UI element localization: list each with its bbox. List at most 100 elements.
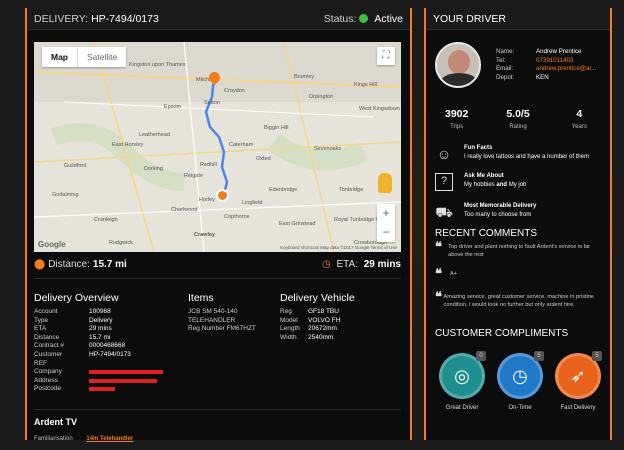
divider [34,409,401,410]
driver-info-row: Name: Andrew Prentice [496,48,596,57]
row-key: Address [34,376,58,384]
ardent-tv-link[interactable]: 14m Telehandler [86,436,133,442]
town-label: Lingfield [242,200,263,206]
eta-box: ◷ ETA: 29 mins [322,259,401,270]
town-label: East Horsley [112,142,144,148]
ardent-tv-row: Familiarisation 14m Telehandler [34,436,133,442]
ask-me-about: ? Ask Me About My hobbies and My job [435,173,610,191]
fact-text: I really love tattoos and have a number … [464,154,590,160]
avatar-shoulders [440,73,478,86]
town-label: Epsom [164,104,182,110]
driver-panel: YOUR DRIVER Name: Andrew Prentice Tel: 073… [424,8,612,440]
town-label: Godalming [52,192,79,198]
vehicle-location-marker-icon[interactable] [216,189,229,202]
row-value: Delivery [89,316,113,324]
vehicle-row: Model VOLVO FH [280,317,340,326]
row-value: GF18 TBU [308,308,339,315]
row-value: 0000468668 [89,342,126,350]
divider [34,278,401,279]
row-key: Width [280,333,297,341]
row-value: 20672mm [308,325,337,333]
status-dot-icon [359,14,369,23]
ardent-tv-label: Familiarisation [34,436,73,442]
overview-row: Distance 15.7 mi [34,334,163,343]
overview-row: ETA 29 mins [34,325,163,334]
row-key: Distance [34,333,60,341]
town-label: Dorking [144,166,163,172]
vehicle-row: Width 2540mm [280,334,340,343]
item-line: TELEHANDLER [188,316,236,324]
town-label: Kingston upon Thames [129,62,186,68]
driver-phone-link[interactable]: 07391011403 [536,57,573,66]
town-label: Biggin Hill [264,125,289,131]
overview-row-redacted: Address [34,377,163,386]
street-view-pegman-icon[interactable] [378,173,392,193]
overview-list: Account 100968 Type Delivery ETA 29 mins Di… [34,308,163,394]
vehicle-row: Reg GF18 TBU [280,308,340,317]
town-label: Crawley [194,232,216,238]
tab-map[interactable]: Map [42,47,77,67]
map-attribution[interactable]: Keyboard shortcuts Map data ©2017 Google… [280,245,397,250]
overview-row-redacted: Postcode [34,385,163,394]
row-key: Account [34,308,58,315]
row-key: Model [280,316,298,324]
row-value: HP-7494/0173 [89,350,131,358]
zoom-out-button[interactable]: − [377,223,395,242]
town-label: Sutton [204,100,220,106]
driver-info-row: Depot: KEN [496,74,596,83]
driver-stats: 3902 Trips 5.0/5 Rating 4 Years [426,108,610,130]
town-label: Copthorne [224,214,250,220]
badge-count: 0 [476,351,486,361]
redaction-bar [89,387,115,392]
town-label: West Kingsdown [359,106,400,112]
eta-label: ETA: [336,259,358,270]
fullscreen-button[interactable]: ⛶ [377,47,395,65]
badge-fast-delivery[interactable]: ➶ 5 Fast Delivery [552,351,604,411]
overview-row: Account 100968 [34,308,163,317]
google-logo: Google [38,240,66,249]
stat-trips: 3902 Trips [426,108,487,130]
row-key: Reg [280,308,292,315]
status-value: Active [374,12,403,25]
driver-title: YOUR DRIVER [433,12,506,25]
town-label: Caterham [229,142,254,148]
badge-on-time[interactable]: ◷ 5 On-Time [494,351,546,411]
row-value: 29 mins [89,325,112,333]
fact-title: Fun Facts [464,145,493,151]
badge-label: Great Driver [445,405,479,411]
status-label: Status: [323,12,357,25]
overview-row: Contract # 0000468668 [34,342,163,351]
town-label: Charlwood [171,207,198,213]
stat-value: 4 [576,108,583,120]
overview-row: Type Delivery [34,317,163,326]
zoom-in-button[interactable]: + [377,204,395,223]
items-list: JCB SM 540-140 TELEHANDLER Reg Number FM… [188,308,256,334]
delivery-label: DELIVERY: [34,12,89,25]
row-key: Customer [34,350,63,358]
town-label: Leatherhead [139,132,170,138]
row-value: VOLVO FH [308,316,341,324]
fun-facts: ☺ Fun Facts I really love tattoos and hav… [435,145,610,163]
delivery-panel: DELIVERY: HP-7494/0173 Status: Active Ki… [25,8,412,442]
fact-text: My hobbies and My job [464,182,526,188]
driver-info-row: Email: andrew.prentice@ar... [496,65,596,74]
driver-email-link[interactable]: andrew.prentice@ar... [536,65,596,74]
fact-text-part: My job [507,182,527,188]
route-map[interactable]: Kingston upon Thames Mitcham Croydon Bro… [34,42,401,252]
driver-avatar [435,42,481,88]
badge-great-driver[interactable]: ◎ 0 Great Driver [436,351,488,411]
town-label: Redhill [200,162,217,168]
row-value: 100968 [89,308,111,315]
info-key: Name: [496,48,515,55]
comment-text: Amazing service, great customer service,… [443,294,595,308]
eta-value: 29 mins [363,259,401,270]
town-label: Guildford [64,163,87,169]
distance-value: 15.7 mi [92,259,127,270]
badge-label: Fast Delivery [560,405,596,411]
fact-title: Ask Me About [464,173,504,179]
town-label: Kings Hill [354,82,377,88]
town-label: Reigate [184,173,203,179]
overview-row: REF [34,360,163,369]
vehicle-list: Reg GF18 TBU Model VOLVO FH Length 20672mm … [280,308,340,342]
tab-satellite[interactable]: Satellite [77,47,126,67]
